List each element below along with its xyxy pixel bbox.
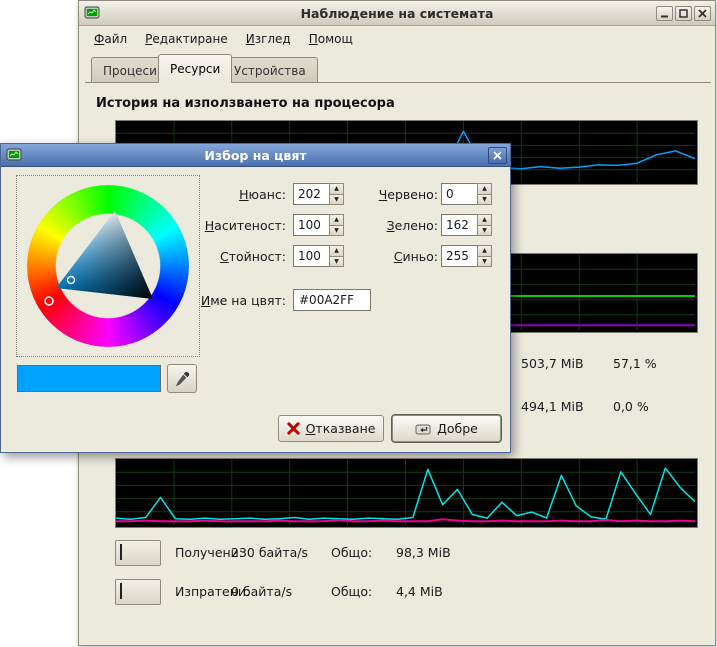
hue-spinner[interactable]: 202 ▲▼ — [293, 183, 344, 205]
green-label: Зелено: — [341, 218, 438, 233]
received-total-label: Общо: — [331, 545, 372, 560]
swap-used-value: 494,1 MiB — [521, 399, 584, 414]
color-wheel-area — [16, 175, 200, 357]
saturation-spinner[interactable]: 100 ▲▼ — [293, 214, 344, 236]
value-spinner[interactable]: 100 ▲▼ — [293, 245, 344, 267]
tab-devices[interactable]: Устройства — [222, 57, 318, 83]
sent-color-button[interactable] — [115, 579, 161, 605]
saturation-label: Наситеност: — [151, 218, 286, 233]
menu-view[interactable]: Изглед — [237, 29, 300, 49]
blue-spin-up[interactable]: ▲ — [477, 245, 492, 257]
color-picker-dialog: Избор на цвят Нюанс: 202 ▲▼ — [0, 143, 511, 453]
legend-row-sent: Изпратени: 0 байта/s Общо: 4,4 MiB — [79, 579, 717, 605]
received-total: 98,3 MiB — [396, 545, 451, 560]
hue-label: Нюанс: — [151, 187, 286, 202]
menu-edit[interactable]: Редактиране — [136, 29, 237, 49]
received-color-button[interactable] — [115, 540, 161, 566]
dialog-close-button[interactable] — [488, 147, 507, 164]
maximize-icon — [679, 9, 688, 18]
received-color-swatch — [120, 544, 122, 560]
red-spinner[interactable]: 0 ▲▼ — [441, 183, 492, 205]
dialog-titlebar[interactable]: Избор на цвят — [1, 144, 510, 167]
color-name-label: Име на цвят: — [151, 293, 286, 308]
blue-spinner[interactable]: 255 ▲▼ — [441, 245, 492, 267]
memory-used-percent: 57,1 % — [613, 356, 657, 371]
main-titlebar[interactable]: Наблюдение на системата — [79, 1, 715, 26]
close-button[interactable] — [694, 6, 711, 21]
legend-row-received: Получени: 230 байта/s Общо: 98,3 MiB — [79, 540, 717, 566]
blue-spin-down[interactable]: ▼ — [477, 257, 492, 268]
eyedropper-button[interactable] — [167, 364, 197, 393]
memory-used-value: 503,7 MiB — [521, 356, 584, 371]
tab-resources[interactable]: Ресурси — [158, 54, 232, 83]
menu-help[interactable]: Помощ — [300, 29, 362, 49]
green-spin-down[interactable]: ▼ — [477, 226, 492, 237]
enter-key-icon — [415, 422, 431, 436]
cancel-button[interactable]: Отказване — [278, 415, 384, 442]
minimize-button[interactable] — [656, 6, 673, 21]
saturation-value-triangle[interactable] — [27, 185, 189, 347]
maximize-button[interactable] — [675, 6, 692, 21]
minimize-icon — [660, 9, 669, 18]
hue-marker[interactable] — [45, 297, 53, 305]
received-rate: 230 байта/s — [231, 545, 308, 560]
dialog-title: Избор на цвят — [1, 148, 510, 163]
ok-button[interactable]: Добре — [392, 415, 501, 442]
value-label: Стойност: — [151, 249, 286, 264]
sent-total-label: Общо: — [331, 584, 372, 599]
menubar: Файл Редактиране Изглед Помощ — [79, 27, 715, 50]
sent-rate: 0 байта/s — [231, 584, 292, 599]
network-history-chart — [115, 458, 698, 528]
blue-label: Синьо: — [341, 249, 438, 264]
cancel-icon — [287, 422, 300, 435]
red-spin-down[interactable]: ▼ — [477, 195, 492, 206]
red-spin-up[interactable]: ▲ — [477, 183, 492, 195]
sent-total: 4,4 MiB — [396, 584, 443, 599]
red-label: Червено: — [341, 187, 438, 202]
eyedropper-icon — [174, 371, 190, 387]
window-title: Наблюдение на системата — [79, 6, 715, 21]
green-spinner[interactable]: 162 ▲▼ — [441, 214, 492, 236]
sent-color-swatch — [120, 583, 122, 599]
color-name-input[interactable]: #00A2FF — [293, 289, 371, 311]
current-color-preview — [17, 365, 161, 392]
cpu-history-heading: История на използването на процесора — [96, 96, 395, 111]
swap-used-percent: 0,0 % — [613, 399, 649, 414]
green-spin-up[interactable]: ▲ — [477, 214, 492, 226]
menu-file[interactable]: Файл — [85, 29, 136, 49]
dialog-close-icon — [493, 151, 502, 160]
close-icon — [698, 9, 707, 18]
